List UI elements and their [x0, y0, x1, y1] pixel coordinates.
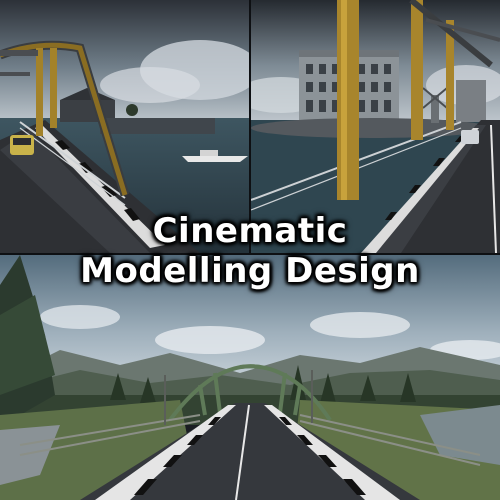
render-bridge-green-mountains [0, 255, 500, 500]
thumbnail: Cinematic Modelling Design [0, 0, 500, 500]
title-overlay: Cinematic Modelling Design [0, 212, 500, 290]
title-line-2: Modelling Design [80, 251, 420, 292]
title-line-1: Cinematic [152, 211, 348, 251]
